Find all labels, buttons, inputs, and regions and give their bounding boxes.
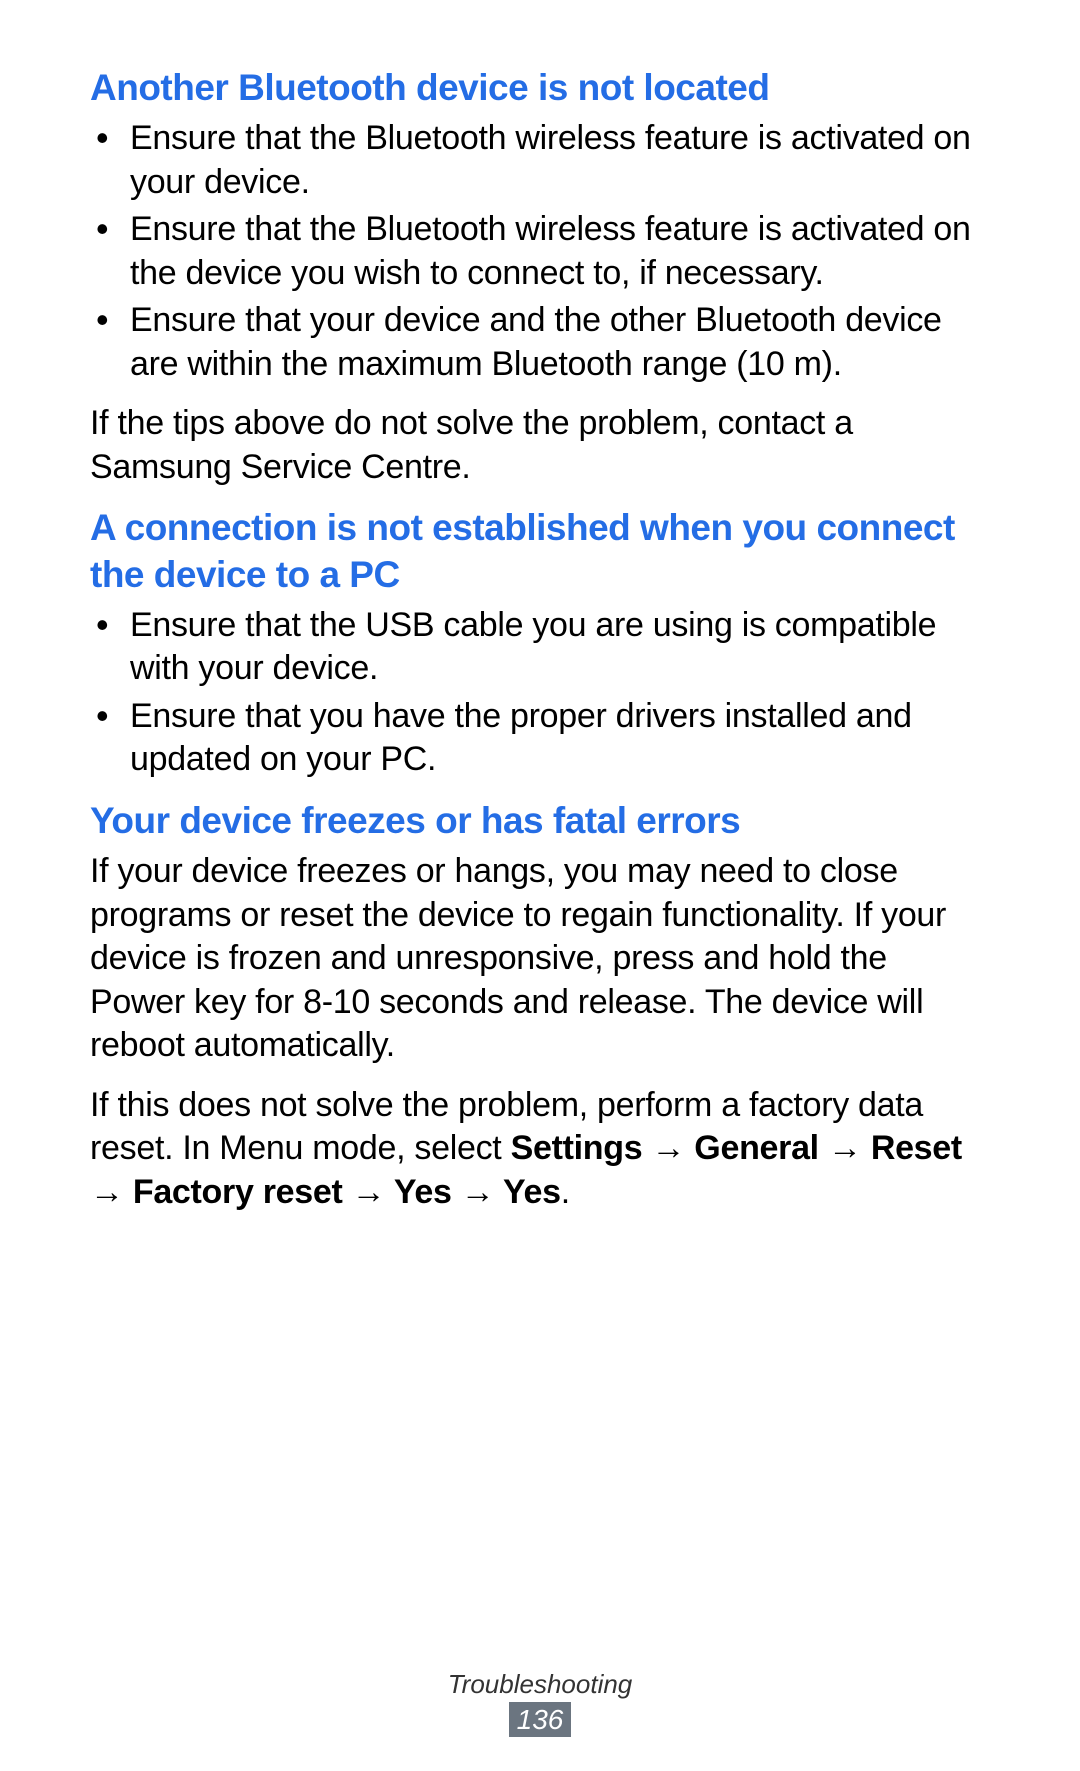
heading-pc-connection: A connection is not established when you… xyxy=(90,505,990,598)
list-item: Ensure that you have the proper drivers … xyxy=(90,695,990,782)
para-freeze-2: If this does not solve the problem, perf… xyxy=(90,1084,990,1215)
list-item: Ensure that your device and the other Bl… xyxy=(90,299,990,386)
bullets-pc-connection: Ensure that the USB cable you are using … xyxy=(90,604,990,782)
footer-title: Troubleshooting xyxy=(0,1669,1080,1700)
section-pc-connection: A connection is not established when you… xyxy=(90,505,990,782)
page-footer: Troubleshooting 136 xyxy=(0,1669,1080,1737)
para-freeze-1: If your device freezes or hangs, you may… xyxy=(90,850,990,1068)
list-item: Ensure that the Bluetooth wireless featu… xyxy=(90,208,990,295)
section-freeze: Your device freezes or has fatal errors … xyxy=(90,798,990,1214)
list-item: Ensure that the USB cable you are using … xyxy=(90,604,990,691)
bullets-bluetooth: Ensure that the Bluetooth wireless featu… xyxy=(90,117,990,386)
para-freeze-2-post: . xyxy=(561,1173,570,1211)
heading-bluetooth: Another Bluetooth device is not located xyxy=(90,65,990,111)
list-item: Ensure that the Bluetooth wireless featu… xyxy=(90,117,990,204)
heading-freeze: Your device freezes or has fatal errors xyxy=(90,798,990,844)
followup-bluetooth: If the tips above do not solve the probl… xyxy=(90,402,990,489)
section-bluetooth: Another Bluetooth device is not located … xyxy=(90,65,990,489)
page-number: 136 xyxy=(509,1702,572,1737)
